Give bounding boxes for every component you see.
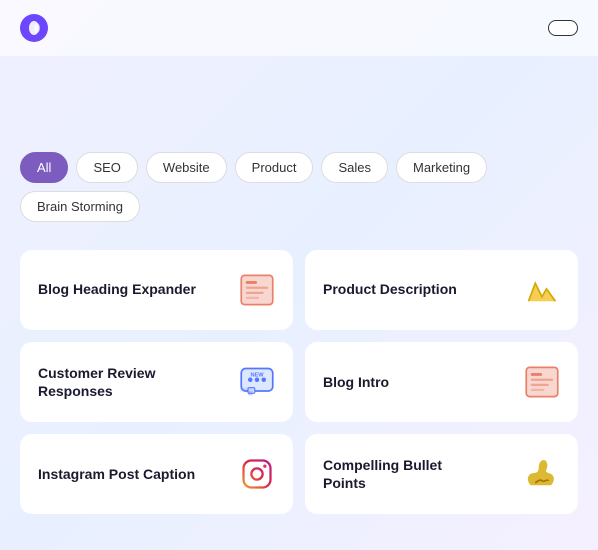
bullet-points-icon [524,456,560,492]
card-customer-review[interactable]: Customer Review Responses NEW [20,342,293,422]
main-content: All SEO Website ProductSales Marketing Brain … [0,56,598,534]
filter-pill-marketing[interactable]: Marketing [396,152,487,183]
header [0,0,598,56]
filter-pills: All SEO Website ProductSales Marketing Brain … [20,152,578,222]
blog-heading-icon [239,272,275,308]
card-title-bullet-points: Compelling Bullet Points [323,456,483,492]
filter-pill-brainstorming[interactable]: Brain Storming [20,191,140,222]
filter-pill-sales[interactable]: Sales [321,152,388,183]
customer-review-icon: NEW [239,364,275,400]
page-headline [20,86,578,124]
card-instagram[interactable]: Instagram Post Caption [20,434,293,514]
card-title-instagram: Instagram Post Caption [38,465,195,483]
svg-text:NEW: NEW [250,372,264,378]
card-product-desc[interactable]: Product Description [305,250,578,330]
product-desc-icon [524,272,560,308]
instagram-icon [239,456,275,492]
card-bullet-points[interactable]: Compelling Bullet Points [305,434,578,514]
logo-icon [20,14,48,42]
show-teams-button[interactable] [548,20,578,36]
filter-pill-all[interactable]: All [20,152,68,183]
filter-pill-product[interactable]: Product [235,152,314,183]
card-title-blog-heading: Blog Heading Expander [38,280,196,298]
logo-area [20,14,56,42]
card-title-customer-review: Customer Review Responses [38,364,198,400]
filter-pill-website[interactable]: Website [146,152,227,183]
card-blog-intro[interactable]: Blog Intro [305,342,578,422]
filter-pill-seo[interactable]: SEO [76,152,137,183]
card-title-product-desc: Product Description [323,280,457,298]
card-title-blog-intro: Blog Intro [323,373,389,391]
blog-intro-icon [524,364,560,400]
card-blog-heading[interactable]: Blog Heading Expander [20,250,293,330]
cards-grid: Blog Heading Expander Product Descriptio… [20,250,578,515]
